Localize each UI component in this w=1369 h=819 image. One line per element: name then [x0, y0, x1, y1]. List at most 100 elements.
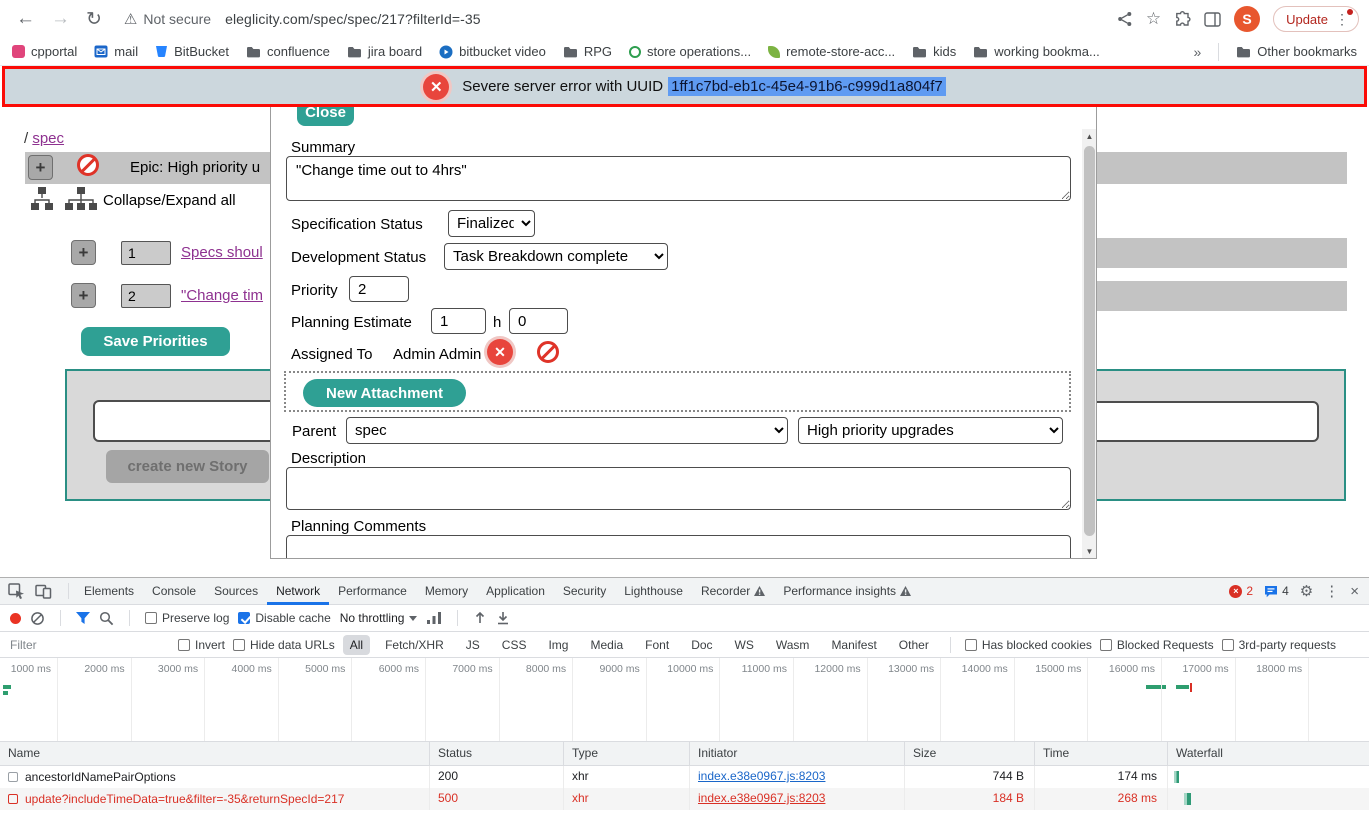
parent-item-select[interactable]: High priority upgrades — [798, 417, 1063, 444]
profile-avatar[interactable]: S — [1234, 6, 1260, 32]
side-panel-icon[interactable] — [1204, 12, 1221, 27]
breadcrumb-spec-link[interactable]: spec — [32, 130, 64, 147]
spec-row-1-link[interactable]: Specs shoul — [181, 244, 263, 261]
tab-network[interactable]: Network — [267, 578, 329, 605]
column-header-status[interactable]: Status — [430, 742, 564, 766]
bookmarks-overflow-chevron[interactable]: » — [1194, 44, 1202, 60]
bookmark-rpg[interactable]: RPG — [563, 44, 612, 59]
bookmark-jira-board[interactable]: jira board — [347, 44, 422, 59]
new-story-title-input-right[interactable] — [1062, 401, 1319, 442]
epic-expand-plus-button[interactable]: + — [28, 155, 53, 180]
scroll-down-arrow[interactable]: ▼ — [1082, 544, 1097, 559]
expand-tree-icon[interactable] — [64, 186, 98, 218]
spec-row-2-priority-input[interactable] — [121, 284, 171, 308]
tab-security[interactable]: Security — [554, 578, 615, 605]
request-initiator-link[interactable]: index.e38e0967.js:8203 — [698, 769, 825, 783]
disable-cache-checkbox[interactable]: Disable cache — [238, 611, 330, 625]
chrome-update-button[interactable]: Update ⋮ — [1273, 6, 1359, 32]
bookmark-mail[interactable]: mail — [94, 44, 138, 59]
filter-type-img[interactable]: Img — [541, 635, 575, 655]
filter-type-js[interactable]: JS — [459, 635, 487, 655]
console-errors-badge[interactable]: × 2 — [1229, 584, 1253, 598]
tab-lighthouse[interactable]: Lighthouse — [615, 578, 692, 605]
devtools-settings-gear-icon[interactable]: ⚙ — [1300, 582, 1313, 600]
priority-input[interactable] — [349, 276, 409, 302]
new-story-title-input[interactable] — [93, 400, 282, 442]
column-header-type[interactable]: Type — [564, 742, 690, 766]
filter-type-doc[interactable]: Doc — [684, 635, 719, 655]
filter-type-fetch-xhr[interactable]: Fetch/XHR — [378, 635, 451, 655]
third-party-requests-checkbox[interactable]: 3rd-party requests — [1222, 638, 1336, 652]
site-security-indicator[interactable]: ⚠ Not secure — [124, 10, 211, 28]
scrollbar-thumb[interactable] — [1084, 146, 1095, 536]
filter-type-other[interactable]: Other — [892, 635, 936, 655]
tab-performance[interactable]: Performance — [329, 578, 416, 605]
devtools-close-icon[interactable]: × — [1350, 583, 1359, 600]
reload-button[interactable]: ↻ — [86, 8, 102, 31]
tab-performance-insights[interactable]: Performance insights — [774, 578, 920, 605]
filter-type-all[interactable]: All — [343, 635, 370, 655]
share-icon[interactable] — [1117, 11, 1133, 27]
tab-sources[interactable]: Sources — [205, 578, 267, 605]
filter-type-font[interactable]: Font — [638, 635, 676, 655]
filter-funnel-icon[interactable] — [76, 612, 90, 625]
spec-row-2-plus-button[interactable]: + — [71, 283, 96, 308]
collapse-tree-icon[interactable] — [30, 186, 54, 218]
planning-comments-input[interactable] — [286, 535, 1071, 559]
record-network-log-button[interactable] — [10, 613, 21, 624]
hide-data-urls-checkbox[interactable]: Hide data URLs — [233, 638, 335, 652]
bookmark-confluence[interactable]: confluence — [246, 44, 330, 59]
network-timeline[interactable]: 1000 ms2000 ms3000 ms4000 ms5000 ms6000 … — [0, 658, 1369, 742]
column-header-name[interactable]: Name — [0, 742, 430, 766]
new-attachment-button[interactable]: New Attachment — [303, 379, 466, 407]
filter-type-css[interactable]: CSS — [495, 635, 534, 655]
save-priorities-button[interactable]: Save Priorities — [81, 327, 230, 356]
network-request-row-error[interactable]: update?includeTimeData=true&filter=-35&r… — [0, 788, 1369, 810]
tab-console[interactable]: Console — [143, 578, 205, 605]
request-initiator-link[interactable]: index.e38e0967.js:8203 — [698, 791, 825, 805]
preserve-log-checkbox[interactable]: Preserve log — [145, 611, 229, 625]
summary-input[interactable] — [286, 156, 1071, 201]
device-toolbar-icon[interactable] — [35, 583, 52, 599]
filter-type-wasm[interactable]: Wasm — [769, 635, 817, 655]
column-header-size[interactable]: Size — [905, 742, 1035, 766]
column-header-time[interactable]: Time — [1035, 742, 1168, 766]
clear-network-log-icon[interactable] — [30, 611, 45, 626]
modal-scrollbar[interactable]: ▲ ▼ — [1082, 129, 1097, 559]
address-bar[interactable]: eleglicity.com/spec/spec/217?filterId=-3… — [225, 11, 481, 27]
specification-status-select[interactable]: Finalized — [448, 210, 535, 237]
other-bookmarks-folder[interactable]: Other bookmarks — [1236, 44, 1357, 59]
spec-row-2-link[interactable]: "Change tim — [181, 287, 263, 304]
description-input[interactable] — [286, 467, 1071, 510]
development-status-select[interactable]: Task Breakdown complete — [444, 243, 668, 270]
prohibited-icon[interactable] — [77, 154, 99, 176]
spec-row-1-priority-input[interactable] — [121, 241, 171, 265]
estimate-hours-input[interactable] — [431, 308, 486, 334]
scroll-up-arrow[interactable]: ▲ — [1082, 129, 1097, 144]
tab-application[interactable]: Application — [477, 578, 554, 605]
tab-elements[interactable]: Elements — [75, 578, 143, 605]
has-blocked-cookies-checkbox[interactable]: Has blocked cookies — [965, 638, 1092, 652]
tab-recorder[interactable]: Recorder — [692, 578, 774, 605]
parent-type-select[interactable]: spec — [346, 417, 788, 444]
export-har-icon[interactable] — [496, 611, 510, 625]
search-icon[interactable] — [99, 611, 114, 626]
invert-checkbox[interactable]: Invert — [178, 638, 225, 652]
forward-button[interactable]: → — [51, 8, 70, 30]
filter-type-manifest[interactable]: Manifest — [824, 635, 883, 655]
throttling-dropdown[interactable]: No throttling — [340, 611, 418, 625]
assignee-prohibited-icon[interactable] — [537, 341, 559, 363]
bookmark-remote-store[interactable]: remote-store-acc... — [768, 44, 895, 59]
extensions-puzzle-icon[interactable] — [1174, 11, 1191, 28]
column-header-initiator[interactable]: Initiator — [690, 742, 905, 766]
spec-row-1-plus-button[interactable]: + — [71, 240, 96, 265]
bookmark-cpportal[interactable]: cpportal — [12, 44, 77, 59]
bookmark-star-icon[interactable]: ☆ — [1146, 9, 1161, 29]
filter-type-ws[interactable]: WS — [728, 635, 761, 655]
devtools-menu-icon[interactable]: ⋮ — [1324, 582, 1339, 600]
blocked-requests-checkbox[interactable]: Blocked Requests — [1100, 638, 1214, 652]
bookmark-store-operations[interactable]: store operations... — [629, 44, 751, 59]
filter-type-media[interactable]: Media — [583, 635, 630, 655]
issues-badge[interactable]: 4 — [1264, 584, 1289, 598]
import-har-icon[interactable] — [473, 611, 487, 625]
